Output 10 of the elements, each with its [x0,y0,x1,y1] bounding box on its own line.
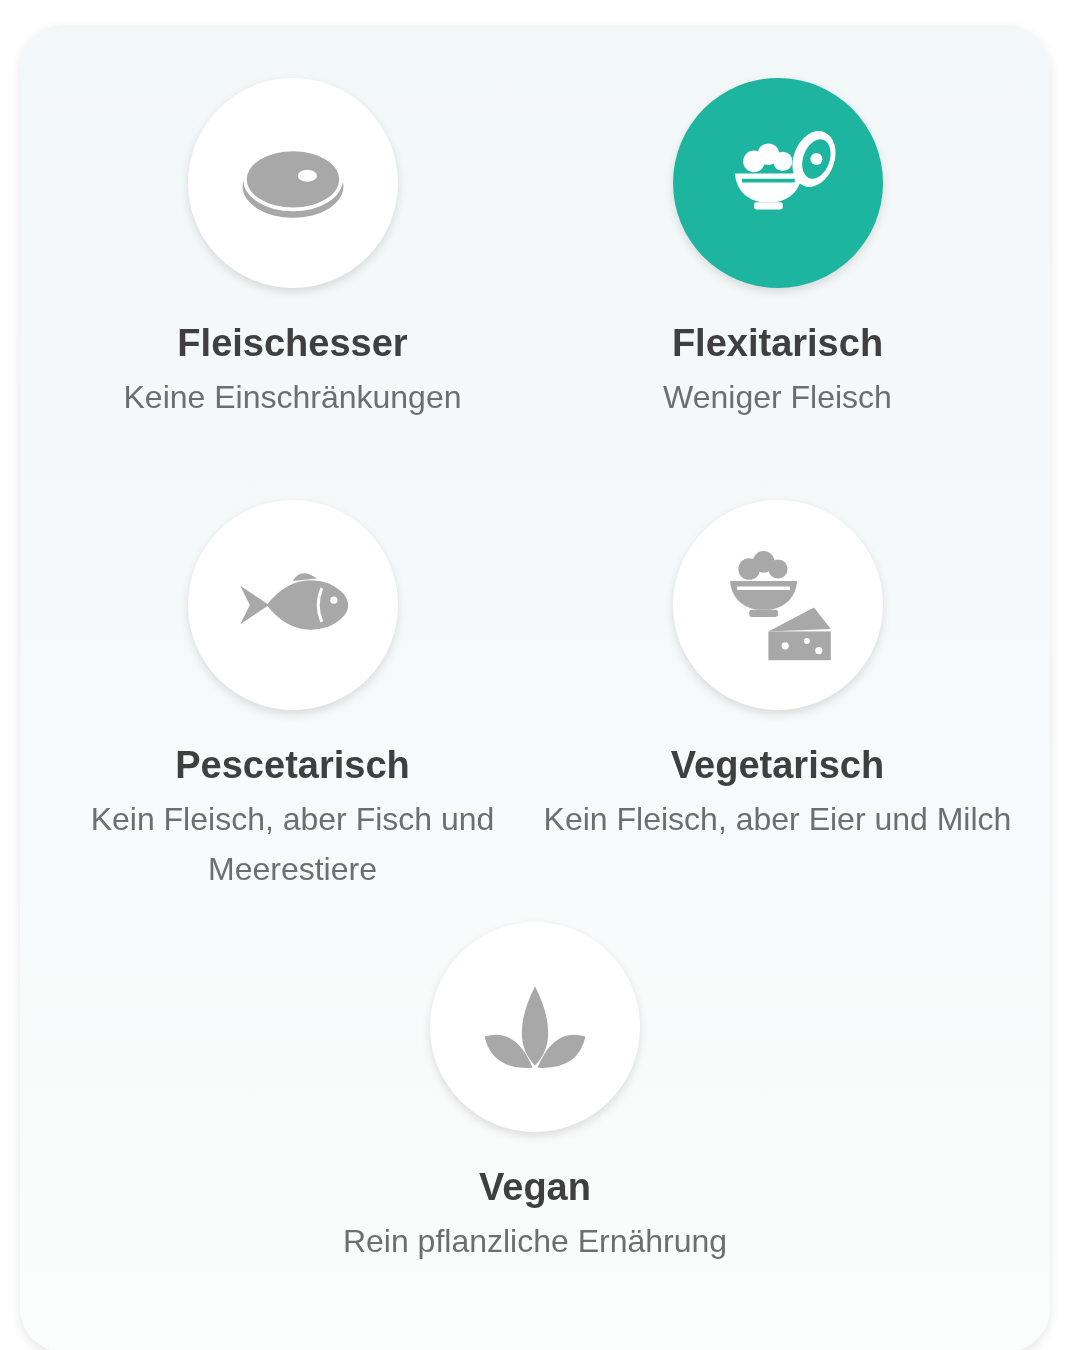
option-description: Kein Fleisch, aber Eier und Milch [542,800,1013,839]
option-title: Flexitarisch [671,321,884,366]
option-title: Fleischesser [177,321,408,366]
option-title: Pescetarisch [175,743,410,788]
option-description: Rein pflanzliche Ernährung [341,1222,729,1261]
option-description: Keine Einschränkungen [122,378,463,417]
option-description: Kein Fleisch, aber Fisch und Meerestiere [89,800,496,889]
option-title: Vegan [479,1165,591,1210]
option-description: Weniger Fleisch [662,378,893,417]
option-title: Vegetarisch [670,743,885,788]
